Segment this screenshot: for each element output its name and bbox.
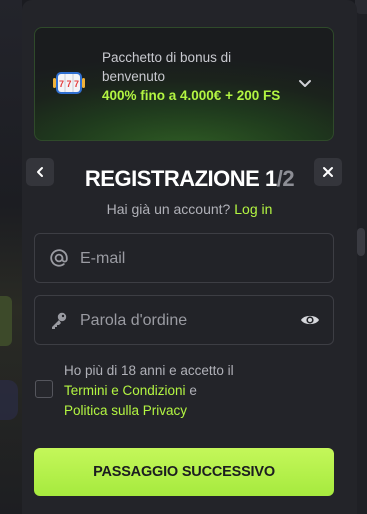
svg-text:7: 7 [74,79,79,89]
email-field[interactable] [34,233,334,284]
login-prompt-text: Hai già un account? [106,201,231,217]
privacy-link[interactable]: Politica sulla Privacy [64,403,187,418]
next-step-button[interactable]: PASSAGGIO SUCCESSIVO [34,448,334,496]
terms-text: Ho più di 18 anni e accetto il [64,363,234,378]
svg-text:7: 7 [59,79,64,89]
terms-link[interactable]: Termini e Condizioni [64,383,186,398]
terms-label: Ho più di 18 anni e accetto il Termini e… [64,361,324,421]
step-current: 1 [264,166,277,191]
key-icon [52,312,67,329]
chevron-down-icon[interactable] [297,78,313,90]
svg-text:7: 7 [66,79,71,89]
background-decoration [0,380,18,420]
terms-and: e [189,383,197,398]
slot-machine-icon: 7 7 7 [53,72,85,94]
background-decoration [0,296,12,346]
password-field[interactable] [34,295,334,346]
bonus-title: Pacchetto di bonus di benvenuto [102,50,232,84]
welcome-bonus-banner[interactable]: 7 7 7 Pacchetto di bonus di benvenuto 40… [34,27,334,141]
title-text: REGISTRAZIONE [84,166,260,191]
terms-checkbox[interactable] [35,380,53,398]
bonus-text: Pacchetto di bonus di benvenuto 400% fin… [102,48,292,106]
background-left [0,0,22,514]
bonus-offer: 400% fino a 4.000€ + 200 FS [102,88,281,103]
step-total: /2 [276,166,295,191]
eye-icon[interactable] [300,311,320,329]
background-decoration [357,228,365,256]
login-prompt: Hai già un account? Log in [22,201,357,217]
email-input[interactable] [78,234,292,284]
login-link[interactable]: Log in [234,201,272,217]
close-button[interactable] [314,158,342,186]
password-input[interactable] [78,296,292,346]
close-icon [323,167,333,177]
page-title: REGISTRAZIONE 1/2 [22,166,357,192]
registration-modal: 7 7 7 Pacchetto di bonus di benvenuto 40… [22,0,357,514]
at-sign-icon [50,249,68,267]
